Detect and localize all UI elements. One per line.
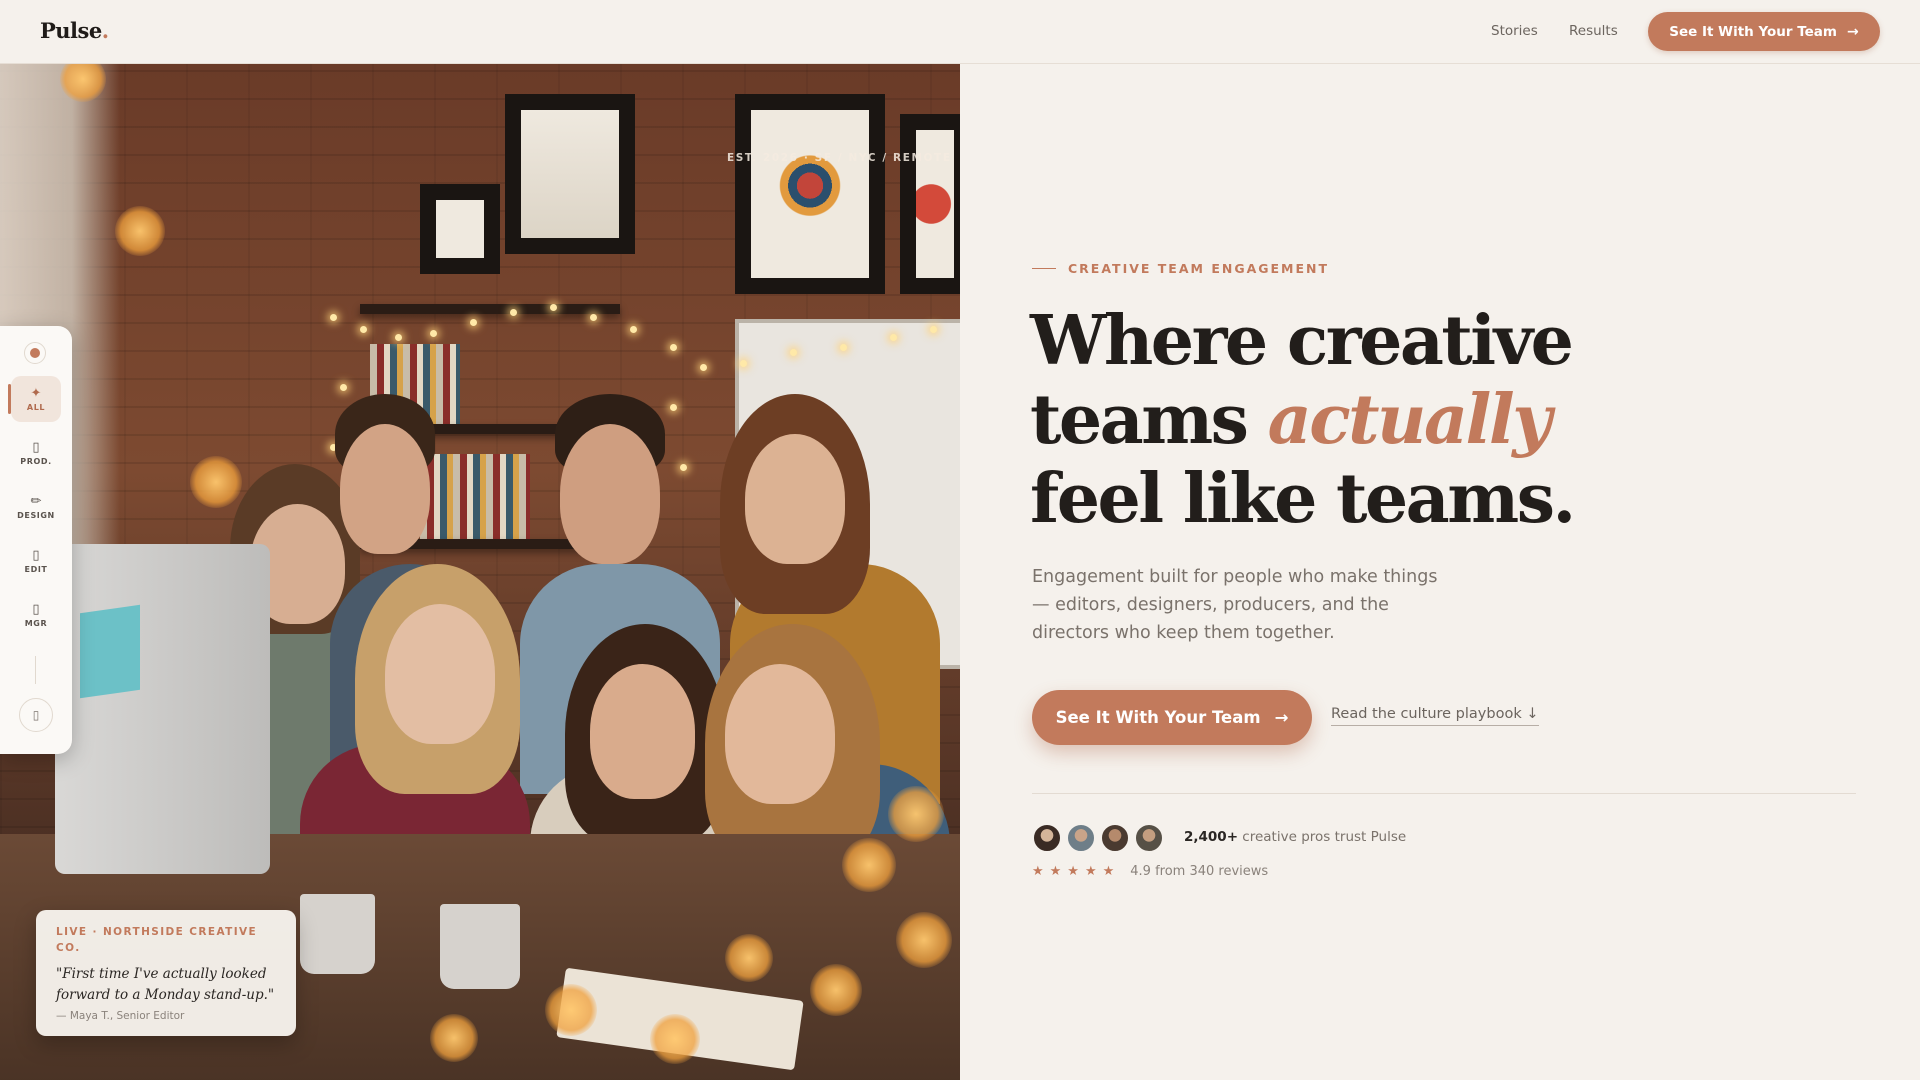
culture-playbook-link[interactable]: Read the culture playbook ↓ bbox=[1331, 706, 1539, 726]
header-cta-label: See It With Your Team bbox=[1669, 23, 1837, 40]
rail-item-manager[interactable]: ▯ MGR bbox=[11, 592, 61, 638]
sparkle-icon: ✦ bbox=[30, 385, 42, 401]
trust-statement: 2,400+ creative pros trust Pulse bbox=[1184, 829, 1406, 845]
trust-text: creative pros trust Pulse bbox=[1238, 829, 1407, 845]
clapper-icon: ▯ bbox=[32, 439, 40, 455]
rail-item-label: ALL bbox=[26, 402, 46, 412]
testimonial-card: LIVE · NORTHSIDE CREATIVE CO. "First tim… bbox=[36, 910, 296, 1036]
headline-line-3: feel like teams. bbox=[1030, 459, 1576, 539]
avatar bbox=[1100, 823, 1130, 853]
rating-row: ★★★★★ 4.9 from 340 reviews bbox=[1032, 864, 1268, 879]
arrow-right-icon: → bbox=[1847, 23, 1859, 40]
header-cta-button[interactable]: See It With Your Team → bbox=[1648, 12, 1880, 51]
nav-link-stories[interactable]: Stories bbox=[1491, 23, 1538, 39]
scissors-icon: ▯ bbox=[32, 547, 40, 563]
testimonial-tag: LIVE · NORTHSIDE CREATIVE CO. bbox=[56, 926, 258, 954]
rail-item-all[interactable]: ✦ ALL bbox=[8, 376, 61, 422]
pulse-logo[interactable]: Pulse. bbox=[40, 18, 109, 43]
trust-count: 2,400+ bbox=[1184, 829, 1239, 845]
rail-item-label: MGR bbox=[24, 618, 48, 628]
star-rating-icon: ★★★★★ bbox=[1032, 864, 1121, 879]
eyebrow-rule bbox=[1032, 268, 1056, 269]
eyebrow: CREATIVE TEAM ENGAGEMENT bbox=[1032, 261, 1329, 276]
headline-line-2a: teams bbox=[1030, 380, 1268, 460]
headline-line-1: Where creative bbox=[1030, 301, 1574, 381]
headline-accent: actually bbox=[1267, 380, 1552, 460]
avatar-stack bbox=[1032, 823, 1168, 853]
rail-item-label: EDIT bbox=[24, 564, 48, 574]
nav-link-results[interactable]: Results bbox=[1569, 23, 1618, 39]
record-icon[interactable] bbox=[24, 342, 46, 364]
rail-item-edit[interactable]: ▯ EDIT bbox=[11, 538, 61, 584]
divider bbox=[1032, 793, 1856, 794]
top-nav: Pulse. Stories Results See It With Your … bbox=[0, 0, 1920, 64]
rail-divider bbox=[35, 656, 36, 684]
testimonial-author: — Maya T., Senior Editor bbox=[56, 1010, 185, 1022]
settings-icon[interactable]: ▯ bbox=[19, 698, 53, 732]
arrow-right-icon: → bbox=[1274, 708, 1289, 727]
hero-subhead: Engagement built for people who make thi… bbox=[1032, 567, 1438, 643]
hero-cta-label: See It With Your Team bbox=[1055, 708, 1261, 727]
briefcase-icon: ▯ bbox=[32, 601, 40, 617]
avatar bbox=[1032, 823, 1062, 853]
location-label: EST. 2026 · SF / NYC / REMOTE bbox=[727, 152, 952, 164]
avatar bbox=[1066, 823, 1096, 853]
hero-cta-button[interactable]: See It With Your Team → bbox=[1032, 690, 1312, 745]
rail-item-producers[interactable]: ▯ PROD. bbox=[11, 430, 61, 476]
rail-item-design[interactable]: ✏ DESIGN bbox=[11, 484, 61, 530]
rail-item-label: DESIGN bbox=[17, 510, 55, 520]
rail-item-label: PROD. bbox=[20, 456, 52, 466]
role-filter-rail: ✦ ALL ▯ PROD. ✏ DESIGN ▯ EDIT ▯ MGR ▯ bbox=[0, 326, 72, 754]
rating-text: 4.9 from 340 reviews bbox=[1130, 864, 1269, 879]
hero-headline: Where creative teams actually feel like … bbox=[1030, 302, 1590, 539]
pencil-icon: ✏ bbox=[30, 493, 42, 509]
avatar bbox=[1134, 823, 1164, 853]
testimonial-quote: "First time I've actually looked forward… bbox=[56, 966, 275, 1003]
eyebrow-label: CREATIVE TEAM ENGAGEMENT bbox=[1068, 261, 1330, 276]
